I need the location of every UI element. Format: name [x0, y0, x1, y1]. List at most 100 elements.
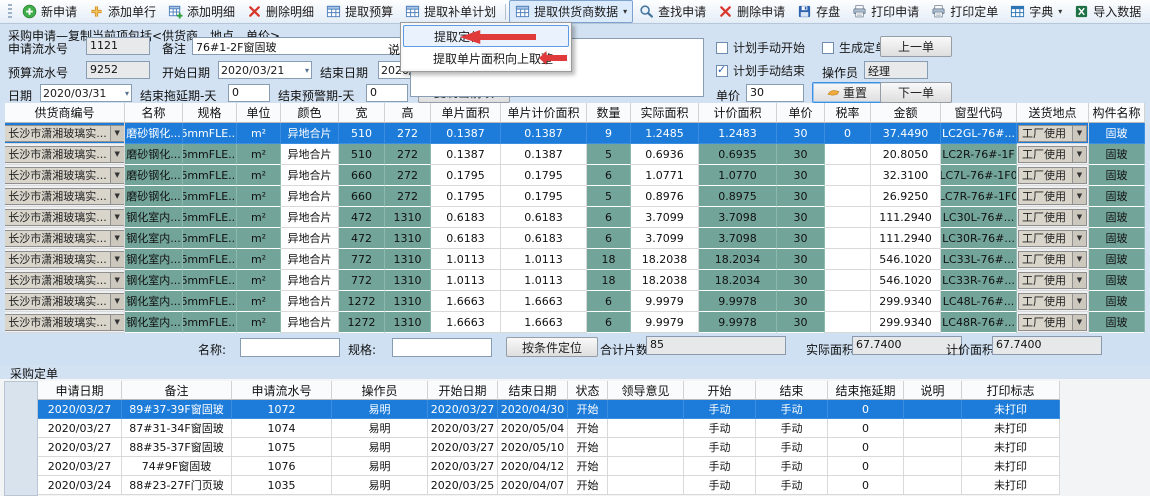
table-row[interactable]: 2020/03/2774#9F窗固玻1076易明2020/03/272020/0… [38, 457, 1060, 476]
table-row[interactable]: 2020/03/2788#35-37F窗固玻1075易明2020/03/2720… [38, 438, 1060, 457]
column-header[interactable]: 单位 [237, 103, 281, 123]
supplier-combo[interactable]: 长沙市潇湘玻璃实...▼ [5, 314, 125, 331]
print-order-button[interactable]: 打印定单 [925, 0, 1004, 23]
next-order-button[interactable]: 下一单 [880, 82, 952, 103]
budget-field[interactable]: 9252 [86, 61, 150, 79]
column-header[interactable]: 单片面积 [431, 103, 501, 123]
column-header[interactable]: 税率 [825, 103, 871, 123]
column-header[interactable]: 单片计价面积 [501, 103, 587, 123]
table-row[interactable]: 2020/03/2488#23-27F门页玻1035易明2020/03/2520… [38, 476, 1060, 495]
table-row[interactable]: 长沙市潇湘玻璃实...▼钢化室内...6mmFLE...m²异地合片127213… [5, 291, 1145, 312]
warn-field[interactable]: 0 [366, 84, 408, 102]
extract-supplier-data-button[interactable]: 提取供货商数据▾ [509, 0, 633, 23]
delivery-location-combo[interactable]: 工厂使用▼ [1018, 314, 1087, 331]
previous-order-button[interactable]: 上一单 [880, 36, 952, 57]
table-row[interactable]: 长沙市潇湘玻璃实...▼钢化室内...6mmFLE...m²异地合片472131… [5, 207, 1145, 228]
column-header[interactable]: 数量 [587, 103, 631, 123]
delivery-location-combo[interactable]: 工厂使用▼ [1018, 209, 1087, 226]
column-header[interactable]: 高 [385, 103, 431, 123]
reset-button[interactable]: 重置 [812, 82, 882, 103]
column-header[interactable]: 名称 [125, 103, 183, 123]
delivery-location-combo[interactable]: 工厂使用▼ [1018, 167, 1087, 184]
serial-field[interactable]: 1121 [86, 37, 150, 55]
filter-spec-input[interactable] [392, 338, 492, 357]
manual-start-checkbox[interactable]: 计划手动开始 [716, 39, 805, 56]
filter-name-input[interactable] [240, 338, 340, 357]
table-row[interactable]: 长沙市潇湘玻璃实...▼钢化室内...6mmFLE...m²异地合片772131… [5, 249, 1145, 270]
manual-end-checkbox[interactable]: 计划手动结束 [716, 62, 805, 79]
delivery-location-combo[interactable]: 工厂使用▼ [1018, 251, 1087, 268]
column-header[interactable]: 状态 [568, 381, 608, 400]
unit-price-field[interactable]: 30 [746, 84, 804, 102]
delivery-location-combo[interactable]: 工厂使用▼ [1018, 272, 1087, 289]
add-single-row-button[interactable]: 添加单行 [83, 0, 162, 23]
table-row[interactable]: 长沙市潇湘玻璃实...▼钢化室内...6mmFLE...m²异地合片472131… [5, 228, 1145, 249]
start-date-select[interactable]: 2020/03/21 ▾ [218, 61, 312, 79]
add-detail-button[interactable]: 添加明细 [162, 0, 241, 23]
column-header[interactable]: 说明 [904, 381, 962, 400]
search-request-button[interactable]: 查找申请 [633, 0, 712, 23]
delivery-location-combo[interactable]: 工厂使用▼ [1018, 230, 1087, 247]
column-header[interactable]: 规格 [183, 103, 237, 123]
column-header[interactable]: 金额 [871, 103, 941, 123]
locate-by-condition-button[interactable]: 按条件定位 [506, 337, 598, 357]
menu-item-extract-area-roundup[interactable]: 提取单片面积向上取整 [403, 47, 569, 69]
menu-item-extract-pricing[interactable]: 提取定价 [403, 25, 569, 47]
column-header[interactable]: 结束 [756, 381, 828, 400]
delivery-location-combo[interactable]: 工厂使用▼ [1018, 125, 1087, 142]
table-row[interactable]: 长沙市潇湘玻璃实...▼钢化室内...6mmFLE...m²异地合片772131… [5, 270, 1145, 291]
supplier-combo[interactable]: 长沙市潇湘玻璃实...▼ [5, 188, 125, 205]
column-header[interactable]: 宽 [339, 103, 385, 123]
table-row[interactable]: 长沙市潇湘玻璃实...▼磨砂钢化...6mmFLE...m²异地合片660272… [5, 165, 1145, 186]
column-header[interactable]: 送货地点 [1017, 103, 1089, 123]
column-header[interactable]: 打印标志 [962, 381, 1060, 400]
generate-order-checkbox[interactable]: 生成定单 [822, 39, 887, 56]
supplier-combo[interactable]: 长沙市潇湘玻璃实...▼ [5, 230, 125, 247]
delete-detail-button[interactable]: 删除明细 [241, 0, 320, 23]
column-header[interactable]: 结束日期 [498, 381, 568, 400]
supplier-combo[interactable]: 长沙市潇湘玻璃实...▼ [5, 146, 125, 163]
delivery-location-combo[interactable]: 工厂使用▼ [1018, 293, 1087, 310]
supplier-combo[interactable]: 长沙市潇湘玻璃实...▼ [5, 272, 125, 289]
operator-field[interactable]: 经理 [864, 61, 928, 79]
column-header[interactable]: 供货商编号 [5, 103, 125, 123]
supplier-combo[interactable]: 长沙市潇湘玻璃实...▼ [5, 251, 125, 268]
column-header[interactable]: 颜色 [281, 103, 339, 123]
table-row[interactable]: 2020/03/2787#31-34F窗固玻1074易明2020/03/2720… [38, 419, 1060, 438]
table-row[interactable]: 长沙市潇湘玻璃实...▼磨砂钢化...6mmFLE...m²异地合片510272… [5, 123, 1145, 144]
extract-supplement-plan-button[interactable]: 提取补单计划 [399, 0, 502, 23]
table-row[interactable]: 长沙市潇湘玻璃实...▼磨砂钢化...6mmFLE...m²异地合片660272… [5, 186, 1145, 207]
print-request-button[interactable]: 打印申请 [846, 0, 925, 23]
column-header[interactable]: 窗型代码 [941, 103, 1017, 123]
import-data-button[interactable]: 导入数据 [1068, 0, 1147, 23]
dictionary-button[interactable]: 字典▾ [1004, 0, 1068, 23]
column-header[interactable]: 单价 [777, 103, 825, 123]
delay-field[interactable]: 0 [228, 84, 270, 102]
delete-request-button[interactable]: 删除申请 [712, 0, 791, 23]
column-header[interactable]: 实际面积 [631, 103, 699, 123]
column-header[interactable]: 计价面积 [699, 103, 777, 123]
column-header[interactable]: 开始 [684, 381, 756, 400]
new-request-button[interactable]: 新申请 [16, 0, 83, 23]
supplier-combo[interactable]: 长沙市潇湘玻璃实...▼ [5, 293, 125, 310]
date-select[interactable]: 2020/03/31 ▾ [40, 84, 132, 102]
column-header[interactable]: 开始日期 [428, 381, 498, 400]
column-header[interactable]: 申请流水号 [232, 381, 332, 400]
save-button[interactable]: 存盘 [791, 0, 846, 23]
column-header[interactable]: 构件名称 [1089, 103, 1145, 123]
supplier-combo[interactable]: 长沙市潇湘玻璃实...▼ [5, 209, 125, 226]
column-header[interactable]: 申请日期 [38, 381, 122, 400]
table-row[interactable]: 2020/03/2789#37-39F窗固玻1072易明2020/03/2720… [38, 400, 1060, 419]
delivery-location-combo[interactable]: 工厂使用▼ [1018, 146, 1087, 163]
column-header[interactable]: 领导意见 [608, 381, 684, 400]
extract-budget-button[interactable]: 提取预算 [320, 0, 399, 23]
column-header[interactable]: 操作员 [332, 381, 428, 400]
table-row[interactable]: 长沙市潇湘玻璃实...▼磨砂钢化...6mmFLE...m²异地合片510272… [5, 144, 1145, 165]
column-header[interactable]: 结束拖延期 [828, 381, 904, 400]
column-header[interactable]: 备注 [122, 381, 232, 400]
delivery-location-combo[interactable]: 工厂使用▼ [1018, 188, 1087, 205]
table-row[interactable]: 长沙市潇湘玻璃实...▼钢化室内...6mmFLE...m²异地合片127213… [5, 312, 1145, 333]
cell: m² [237, 207, 281, 228]
supplier-combo[interactable]: 长沙市潇湘玻璃实...▼ [5, 125, 125, 142]
supplier-combo[interactable]: 长沙市潇湘玻璃实...▼ [5, 167, 125, 184]
